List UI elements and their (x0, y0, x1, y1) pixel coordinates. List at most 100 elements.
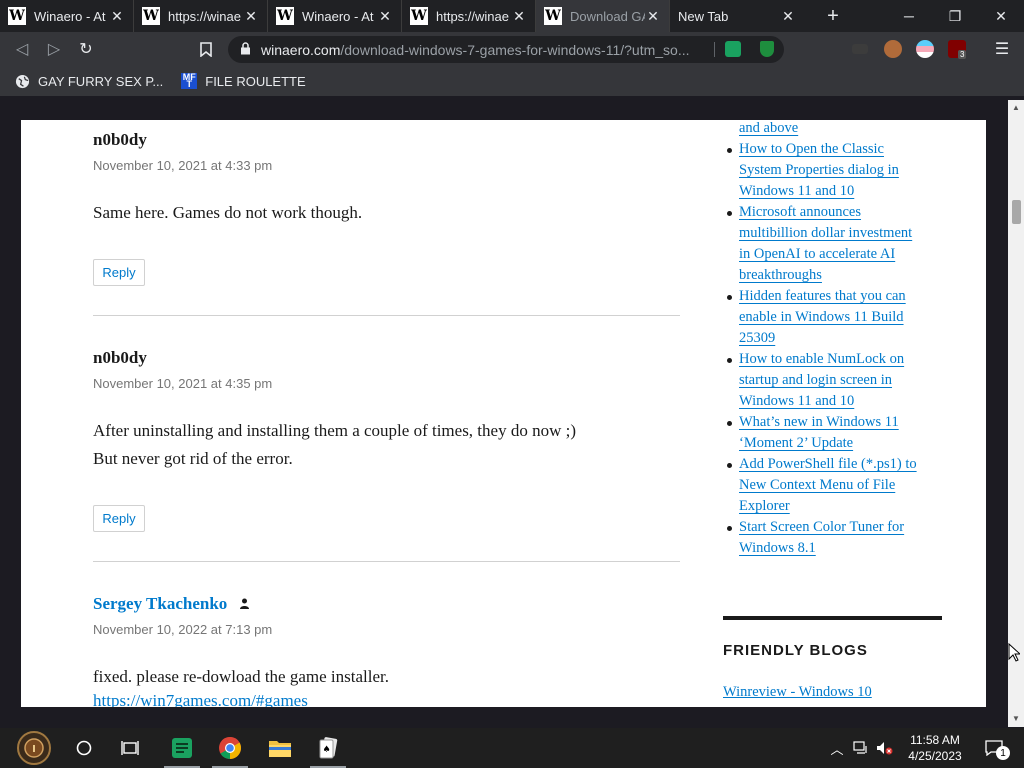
blog-link[interactable]: Winreview - Windows 10 (723, 684, 872, 701)
recent-posts-list: and above How to Open the Classic System P… (723, 120, 917, 559)
restore-button[interactable]: ❐ (932, 0, 978, 32)
comment: n0b0dy November 10, 2021 at 4:35 pm Afte… (93, 348, 680, 473)
comment-date[interactable]: November 10, 2022 at 7:13 pm (93, 622, 680, 637)
browser-tab[interactable]: New Tab ✕ (670, 0, 804, 32)
recent-post-link[interactable]: in OpenAI to accelerate AI (723, 244, 917, 265)
page-scrollbar[interactable]: ▲ ▼ (1008, 100, 1024, 727)
recent-post-link[interactable]: multibillion dollar investment (723, 223, 917, 244)
recent-post-link[interactable]: and above (723, 120, 917, 139)
close-tab-icon[interactable]: ✕ (645, 8, 661, 25)
close-tab-icon[interactable]: ✕ (780, 8, 796, 25)
tray-overflow-icon[interactable]: ︿ (828, 728, 846, 768)
recent-post-link[interactable]: 25309 (723, 328, 917, 349)
comment-author: n0b0dy (93, 130, 147, 149)
back-button[interactable]: ◁ (10, 37, 34, 61)
bookmarks-bar: GAY FURRY SEX P... MF T FILE ROULETTE (0, 66, 1024, 96)
notification-center-icon[interactable]: 1 (982, 728, 1010, 768)
bookmark-label: FILE ROULETTE (205, 73, 306, 89)
chat-app-icon[interactable] (158, 728, 206, 768)
close-tab-icon[interactable]: ✕ (511, 8, 527, 25)
recent-post-link[interactable]: Add PowerShell file (*.ps1) to (723, 454, 917, 475)
recent-post-link[interactable]: Start Screen Color Tuner for (723, 517, 917, 538)
file-explorer-icon[interactable] (256, 728, 304, 768)
url-host: winaero.com (261, 41, 341, 58)
comment-date[interactable]: November 10, 2021 at 4:35 pm (93, 376, 680, 391)
network-icon[interactable] (850, 728, 872, 768)
recent-post-link[interactable]: New Context Menu of File (723, 475, 917, 496)
mouse-cursor-icon (1008, 642, 1022, 662)
start-button[interactable]: I (10, 728, 58, 768)
scroll-down-arrow-icon[interactable]: ▼ (1008, 711, 1024, 725)
shield-extension-icon[interactable] (760, 41, 774, 57)
recent-post-link[interactable]: enable in Windows 11 Build (723, 307, 917, 328)
recent-post-link[interactable]: Microsoft announces (723, 202, 917, 223)
browser-tab[interactable]: W Winaero - At ✕ (268, 0, 402, 32)
comment-author: n0b0dy (93, 348, 147, 367)
task-view-icon[interactable] (106, 728, 154, 768)
browser-tab[interactable]: W https://winae ✕ (402, 0, 536, 32)
recent-post-link[interactable]: What’s new in Windows 11 (723, 412, 917, 433)
user-icon (239, 598, 249, 612)
comment-author-link[interactable]: Sergey Tkachenko (93, 594, 227, 613)
page-viewport: n0b0dy November 10, 2021 at 4:33 pm Same… (0, 100, 1008, 707)
extension-badge: 3 (958, 50, 967, 59)
close-tab-icon[interactable]: ✕ (243, 8, 259, 25)
ublock-icon[interactable]: 3 (948, 40, 967, 59)
recent-post-link[interactable]: Windows 11 and 10 (723, 391, 917, 412)
bookmark-label: GAY FURRY SEX P... (38, 73, 164, 89)
recent-post-link[interactable]: How to Open the Classic (723, 139, 917, 160)
winaero-favicon-icon: W (544, 7, 562, 25)
address-bar[interactable]: winaero.com/download-windows-7-games-for… (228, 36, 784, 63)
new-tab-button[interactable]: + (818, 5, 848, 28)
bookmark-item[interactable]: GAY FURRY SEX P... (14, 73, 163, 89)
extension-chat-icon[interactable] (725, 41, 741, 57)
chrome-icon[interactable] (206, 728, 254, 768)
comment-text: After uninstalling and installing them a… (93, 421, 576, 440)
widget-divider (723, 616, 942, 620)
reply-button[interactable]: Reply (93, 505, 145, 532)
page-content: n0b0dy November 10, 2021 at 4:33 pm Same… (21, 120, 986, 707)
recent-post-link[interactable]: ‘Moment 2’ Update (723, 433, 917, 454)
scroll-thumb[interactable] (1012, 200, 1021, 224)
taskbar: I ♠ ︿ 11:58 AM 4/25/2023 1 (0, 728, 1024, 768)
lock-icon (240, 41, 251, 58)
avatar-extension-icon[interactable] (884, 40, 902, 58)
clock-time: 11:58 AM (910, 733, 960, 747)
comment-date[interactable]: November 10, 2021 at 4:33 pm (93, 158, 680, 173)
minimize-button[interactable]: ─ (886, 0, 932, 32)
media-icon[interactable] (852, 44, 868, 54)
svg-text:♠: ♠ (322, 745, 330, 755)
forward-button[interactable]: ▷ (42, 37, 66, 61)
close-tab-icon[interactable]: ✕ (377, 8, 393, 25)
bookmark-item[interactable]: MF T FILE ROULETTE (181, 73, 306, 89)
search-icon[interactable] (60, 728, 108, 768)
tab-title: Winaero - At (302, 8, 374, 24)
menu-icon[interactable]: ☰ (990, 37, 1014, 61)
url-path: /download-windows-7-games-for-windows-11… (340, 41, 690, 58)
winaero-favicon-icon: W (410, 7, 428, 25)
flag-extension-icon[interactable] (916, 40, 934, 58)
recent-post-link[interactable]: startup and login screen in (723, 370, 917, 391)
system-clock[interactable]: 11:58 AM 4/25/2023 (896, 728, 974, 768)
browser-tab[interactable]: W https://winae ✕ (134, 0, 268, 32)
recent-post-link[interactable]: Windows 8.1 (723, 538, 917, 559)
bookmark-icon[interactable] (194, 37, 218, 61)
recent-post-link[interactable]: Windows 11 and 10 (723, 181, 917, 202)
recent-post-link[interactable]: Explorer (723, 496, 917, 517)
reply-button[interactable]: Reply (93, 259, 145, 286)
tab-title: https://winae (168, 8, 241, 24)
solitaire-icon[interactable]: ♠ (304, 728, 352, 768)
volume-muted-icon[interactable] (874, 728, 896, 768)
browser-tab-active[interactable]: W Download GAY ✕ (536, 0, 670, 32)
browser-toolbar: ◁ ▷ ↻ winaero.com/download-windows-7-gam… (0, 32, 1024, 66)
winaero-favicon-icon: W (142, 7, 160, 25)
window-close-button[interactable]: ✕ (978, 0, 1024, 32)
browser-tab[interactable]: W Winaero - At ✕ (0, 0, 134, 32)
reload-button[interactable]: ↻ (74, 37, 98, 61)
close-tab-icon[interactable]: ✕ (109, 8, 125, 25)
recent-post-link[interactable]: breakthroughs (723, 265, 917, 286)
scroll-up-arrow-icon[interactable]: ▲ (1008, 100, 1024, 114)
recent-post-link[interactable]: How to enable NumLock on (723, 349, 917, 370)
recent-post-link[interactable]: System Properties dialog in (723, 160, 917, 181)
recent-post-link[interactable]: Hidden features that you can (723, 286, 917, 307)
